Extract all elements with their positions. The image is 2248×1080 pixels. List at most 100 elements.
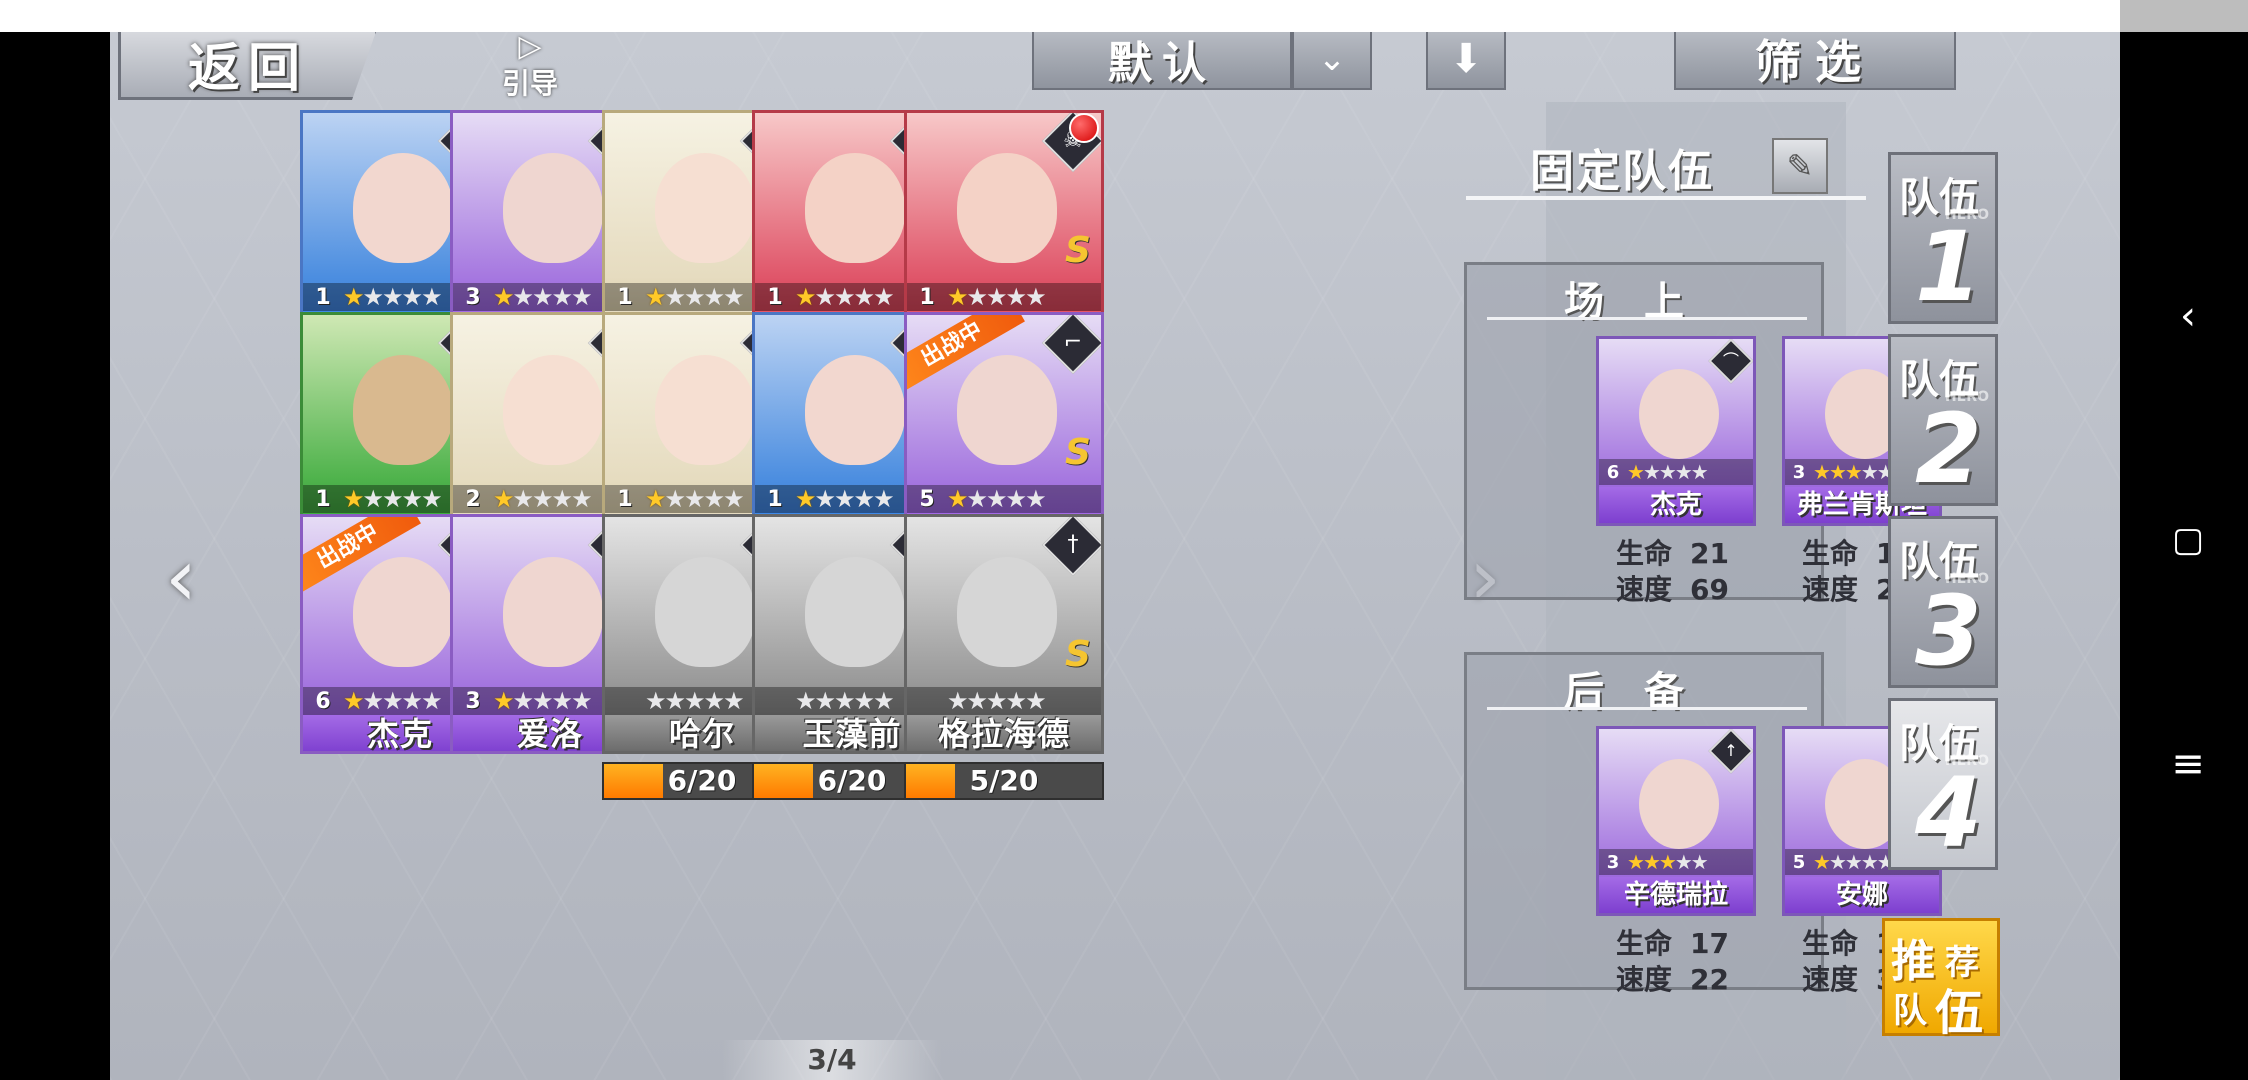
team-tab-3[interactable]: 队伍 HERO 3 <box>1888 516 1998 688</box>
star-rating: ★★★★★ <box>795 687 895 715</box>
star-rating: ★★★★★ <box>795 485 895 513</box>
hero-card[interactable]: † S ★★★★★ 格拉海德 <box>904 514 1104 754</box>
star-rating: ★★★★★ <box>1627 850 1709 874</box>
star-rating: ★★★★★ <box>645 485 745 513</box>
status-bar-corner <box>2120 0 2248 32</box>
hero-level: 1 <box>767 284 783 310</box>
hero-name: 杰克 <box>1599 487 1753 523</box>
status-bar <box>0 0 2120 32</box>
nav-back-icon[interactable]: ‹ <box>2160 288 2216 344</box>
prev-page-arrow-icon[interactable]: ‹ <box>136 531 226 624</box>
team-tab-1[interactable]: 队伍 HERO 1 <box>1888 152 1998 324</box>
hero-face <box>957 557 1057 667</box>
nav-menu-icon[interactable]: ≡ <box>2160 736 2216 792</box>
team-member-card[interactable]: ↑ 3 ★★★★★ 辛德瑞拉 <box>1596 726 1756 916</box>
rank-badge: S <box>1065 432 1091 473</box>
hero-face <box>957 355 1057 465</box>
nav-home-icon[interactable]: ▢ <box>2160 512 2216 568</box>
arrow-down-icon: ⬇ <box>1449 36 1483 82</box>
hp-stat: 生命 21 <box>1616 537 1729 570</box>
star-rating: ★★★★★ <box>1813 460 1895 484</box>
hero-face <box>655 557 755 667</box>
recommend-team-button[interactable]: 推 荐 队 伍 <box>1882 918 2000 1041</box>
hero-face <box>805 355 905 465</box>
speed-stat: 速度 69 <box>1616 573 1729 606</box>
star-row: 3 ★★★★★ <box>1599 849 1753 875</box>
star-row: 5 ★★★★★ <box>907 485 1101 513</box>
rank-badge: S <box>1065 230 1091 271</box>
team-tab-number: 2 <box>1915 393 1982 505</box>
hero-face <box>655 153 755 263</box>
play-icon: ▷ <box>518 32 542 64</box>
star-rating: ★★★★★ <box>343 283 443 311</box>
star-rating: ★★★★★ <box>947 687 1047 715</box>
team-tab-2[interactable]: 队伍 HERO 2 <box>1888 334 1998 506</box>
hero-level: 3 <box>1792 461 1806 483</box>
team-tab-4[interactable]: 队伍 HERO 4 <box>1888 698 1998 870</box>
notification-dot-icon <box>1069 113 1099 143</box>
fragment-count: 5/20 <box>969 764 1039 797</box>
star-rating: ★★★★★ <box>493 687 593 715</box>
fragment-progress: 5/20 <box>904 762 1104 800</box>
star-rating: ★★★★★ <box>645 283 745 311</box>
guide-button[interactable]: ▷ 引导 <box>490 32 570 100</box>
star-rating: ★★★★★ <box>947 485 1047 513</box>
speed-stat: 速度 22 <box>1616 963 1729 996</box>
hero-level: 1 <box>617 486 633 512</box>
hero-level: 3 <box>465 688 481 714</box>
title-divider <box>1466 196 1866 200</box>
hero-name: 辛德瑞拉 <box>1599 877 1753 913</box>
on-field-divider <box>1487 317 1807 320</box>
star-row: ★★★★★ <box>907 687 1101 715</box>
star-rating: ★★★★★ <box>1627 460 1709 484</box>
sort-button[interactable]: 默认 <box>1032 32 1292 90</box>
guide-label: 引导 <box>501 67 558 100</box>
hero-level: 6 <box>315 688 331 714</box>
sort-dropdown-button[interactable]: ⌄ <box>1292 32 1372 90</box>
hp-stat: 生命17 <box>1616 927 1729 960</box>
star-row: 6 ★★★★★ <box>1599 459 1753 485</box>
page-indicator: 3/4 <box>722 1040 942 1080</box>
edit-team-button[interactable]: ✎ <box>1772 138 1828 194</box>
hero-face <box>805 557 905 667</box>
hero-level: 5 <box>919 486 935 512</box>
fixed-team-title: 固定队伍 <box>1530 146 1714 197</box>
hero-level: 1 <box>315 486 331 512</box>
sort-label: 默认 <box>1108 38 1216 89</box>
star-rating: ★★★★★ <box>343 687 443 715</box>
hero-face <box>655 355 755 465</box>
hero-level: 6 <box>1606 461 1620 483</box>
rank-badge: S <box>1065 634 1091 675</box>
hero-level: 3 <box>1606 851 1620 873</box>
team-tab-number: 4 <box>1915 757 1982 869</box>
team-tab-number: 3 <box>1915 575 1982 687</box>
star-rating: ★★★★★ <box>343 485 443 513</box>
hero-face <box>503 557 603 667</box>
hero-level: 1 <box>767 486 783 512</box>
hero-level: 2 <box>465 486 481 512</box>
hero-level: 1 <box>315 284 331 310</box>
hero-level: 3 <box>465 284 481 310</box>
hero-face <box>957 153 1057 263</box>
hero-name: 格拉海德 <box>907 715 1101 751</box>
star-rating: ★★★★★ <box>947 283 1047 311</box>
hero-face <box>805 153 905 263</box>
hero-level: 5 <box>1792 851 1806 873</box>
star-rating: ★★★★★ <box>493 485 593 513</box>
hero-level: 1 <box>919 284 935 310</box>
back-button[interactable]: 返回 <box>118 32 378 100</box>
recommend-label-3: 队 <box>1893 991 1927 1031</box>
sort-direction-button[interactable]: ⬇ <box>1426 32 1506 90</box>
team-tab-number: 1 <box>1915 211 1982 323</box>
star-rating: ★★★★★ <box>1813 850 1895 874</box>
reserve-divider <box>1487 707 1807 710</box>
hero-face <box>503 355 603 465</box>
chevron-down-icon: ⌄ <box>1317 39 1347 79</box>
star-rating: ★★★★★ <box>795 283 895 311</box>
pencil-icon: ✎ <box>1786 147 1814 185</box>
filter-button[interactable]: 筛选 <box>1674 32 1956 90</box>
hero-level: 1 <box>617 284 633 310</box>
team-member-card[interactable]: ⌒ 6 ★★★★★ 杰克 <box>1596 336 1756 526</box>
hero-face <box>353 355 453 465</box>
hero-face <box>1639 369 1719 459</box>
